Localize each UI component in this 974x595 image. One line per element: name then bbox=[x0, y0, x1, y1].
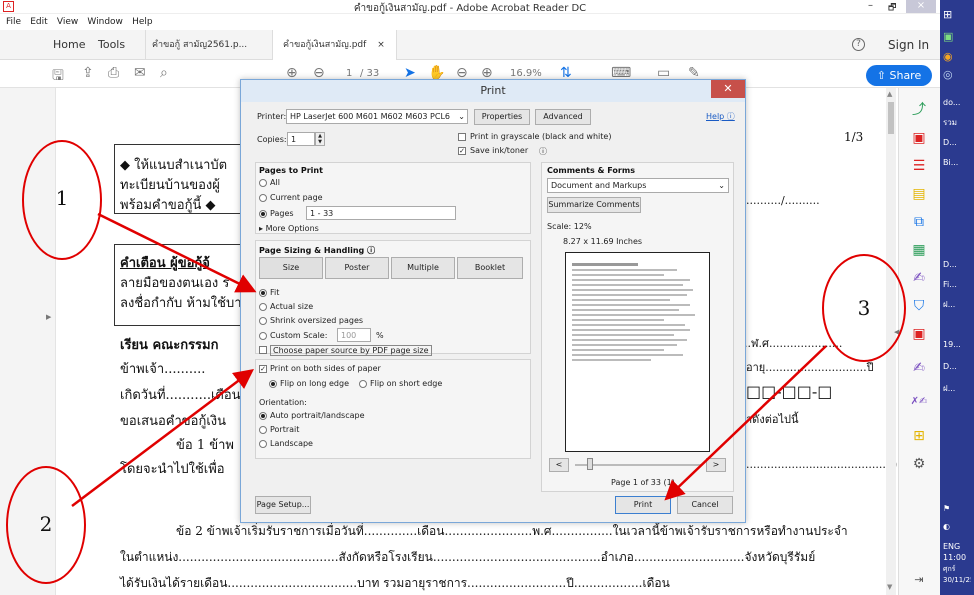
arrow-2 bbox=[71, 368, 254, 507]
annotation-circle-3: 3 bbox=[822, 254, 906, 362]
annotation-label-3: 3 bbox=[857, 296, 871, 320]
arrow-1 bbox=[97, 212, 257, 293]
arrow-3 bbox=[664, 345, 827, 501]
annotation-label-1: 1 bbox=[55, 186, 69, 210]
annotation-label-2: 2 bbox=[39, 512, 53, 536]
annotation-circle-1: 1 bbox=[22, 140, 102, 260]
annotation-circle-2: 2 bbox=[6, 466, 86, 584]
